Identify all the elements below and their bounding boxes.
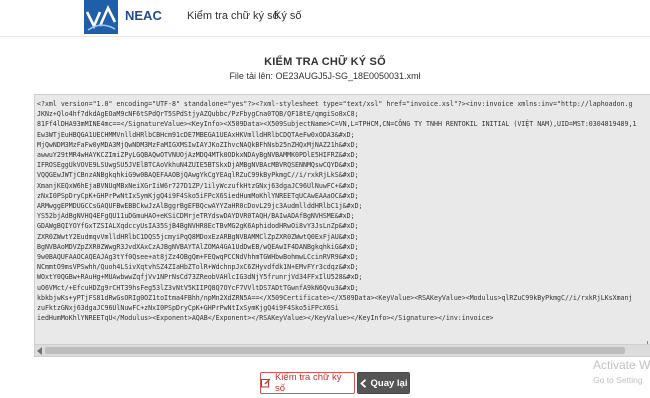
xml-line: XmanjKEQxW6hEjaBVNUqMBxNeiXGrIiW6r727D1Z… [37,181,359,190]
xml-line: 9w0BAQUFAAOCAQEAJAg3tYf0Qsee+at8jZz4OBgQ… [37,253,359,262]
xml-line: uO6VMct/+EfcuHDZg9rCHT39hsFeg53lZ3vNtV5K… [37,283,359,292]
xml-line: JKNz+Qlo4hf7dkdAgEOaM9cNF6tSPdQrT5SPdStj… [37,110,359,119]
xml-line: MjQwNDM3MzFaFw0yMDA3MjQwNDM3MzFaMIGXMSIw… [37,140,359,149]
file-name: OE23AUGJ5J-SG_18E0050031.xml [275,71,421,81]
nav-link-sign[interactable]: Ký số [274,10,302,22]
page-title: KIỂM TRA CHỮ KÝ SỐ [264,56,386,68]
xml-line: Ew3WTjEuHBQGA1UECHMMVnlldHRlbCBHcm91cDE7… [37,130,355,139]
xml-line: IFROSEggUkVOVE9LSUwgSU5JVElBTCAoVkhuN4ZU… [37,161,359,170]
logo-text[interactable]: NEAC [125,8,162,23]
nav-link-verify-signature[interactable]: Kiểm tra chữ ký số [187,10,279,22]
xml-line: zuFktzGNxj63dgaJC96UlNuwFC+zNxI0PSpDryCp… [37,304,339,313]
scrollbar-thumb[interactable] [45,347,625,354]
back-button[interactable]: Quay lại [357,372,410,394]
xml-line: <?xml version="1.0" encoding="UTF-8" sta… [37,100,633,108]
edit-icon [261,378,271,388]
xml-line: 81Ff4lDHA93mMINE4mc==</SignatureValue><K… [37,120,637,129]
uploaded-file-line: File tải lên: OE23AUGJ5J-SG_18E0050031.x… [0,71,650,81]
top-navbar: NEAC Kiểm tra chữ ký số Ký số [0,0,650,37]
xml-line: zNxI0PSpDryCpK+GHPrPwNtIxSymKjgQ4i9F4Sko… [37,191,359,200]
xml-line: VQQGEwJWTjCBnzANBgkqhkiG9w0BAQEFAAOBjQAw… [37,171,359,180]
verify-signature-label: Kiểm tra chữ ký số [274,372,342,394]
xml-line: kbkbjwKs+yPTjFS81dRwGsORIg0OZ1toItma4FBh… [37,293,633,302]
xml-line: ZXR0ZWwtY2EudmqvVmlldHRlbC1DQS5jcmyiPqQ8… [37,232,359,241]
xml-line: GDAWgBQIYOYfGxTZSIALXqdccyUsIA35SjB4BgNV… [37,222,359,231]
verify-signature-button[interactable]: Kiểm tra chữ ký số [260,372,355,394]
neac-logo-icon [84,0,118,34]
xml-line: BgNVBAoMDVZpZXR0ZWwgR3JvdXAxCzAJBgNVBAYT… [37,242,359,251]
xml-line: WOxtY0QGBw+RAuHg+MUAwbwwZqfjVv1NPrNsCd73… [37,273,363,282]
xml-line: awwuY29tMR4wHAYKCZImiZPyLGQBAQwOTVNUOjAz… [37,151,359,160]
file-label: File tải lên: [229,71,273,81]
neac-logo[interactable] [84,0,118,34]
xml-line: YS52bjAdBgNVHQ4EFgQU11uDGmuHAO+eKSiCDMrj… [37,212,355,221]
xml-content: <?xml version="1.0" encoding="UTF-8" sta… [37,99,650,342]
xml-content-textarea[interactable]: <?xml version="1.0" encoding="UTF-8" sta… [34,94,650,357]
horizontal-scrollbar[interactable] [35,344,650,356]
scroll-left-icon[interactable] [37,347,42,355]
xml-line: NCmmtO9msVPSwhh/Quoh4LSivXqtvhSZ4ZIaHbZT… [37,263,359,272]
activation-watermark-subtitle: Go to Setting [593,375,643,385]
back-label: Quay lại [370,377,408,389]
activation-watermark-title: Activate Wi [593,358,650,372]
xml-line: ARMwggEPMDUGCCsGAQUFBwEBBCkwJzAlBggrBgEF… [37,202,363,211]
xml-line: iedHumMoKhlYNREETqU</Modulus><Exponent>A… [37,314,494,323]
chevron-left-icon [359,378,366,388]
